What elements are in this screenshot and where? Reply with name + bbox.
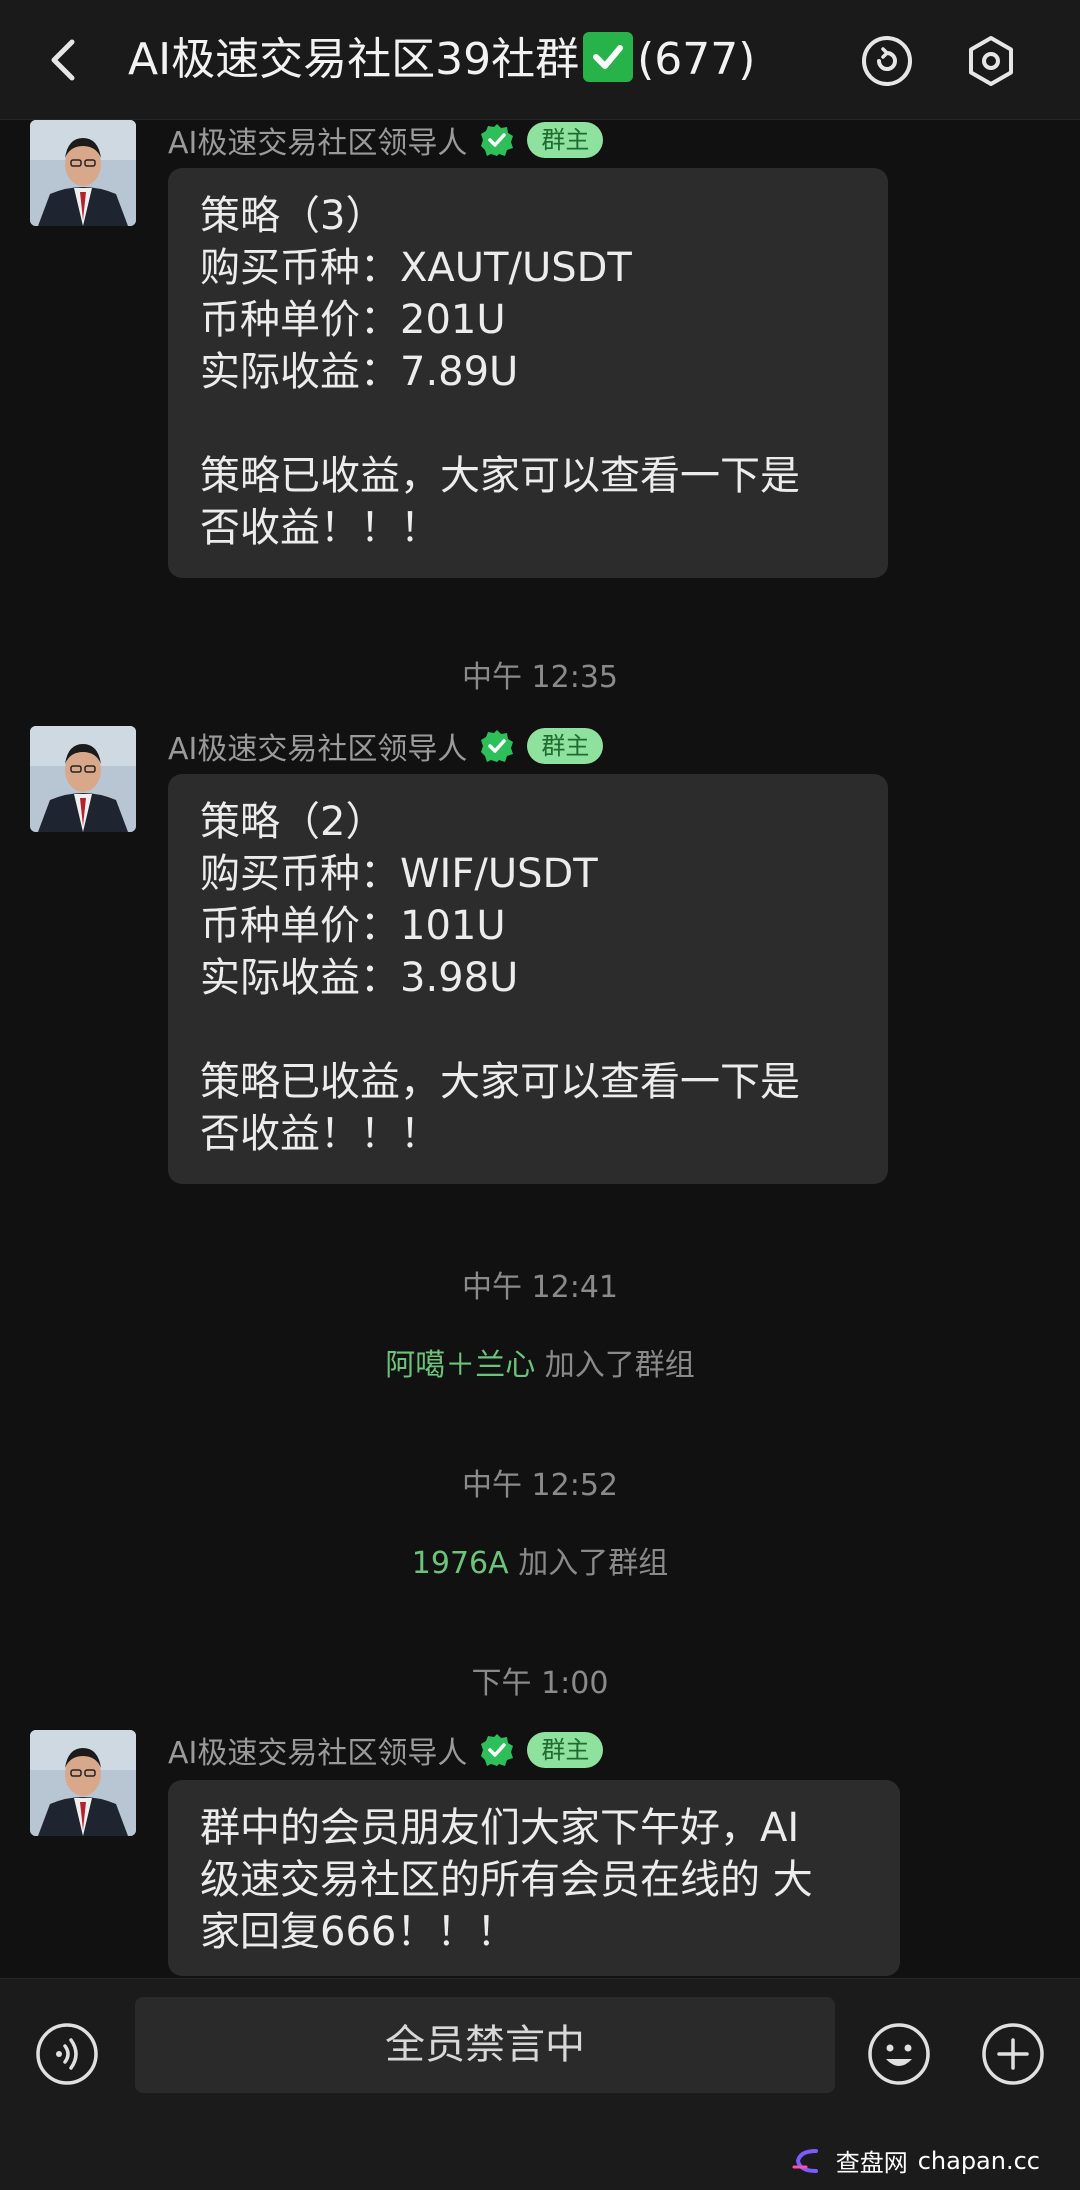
timestamp: 中午 12:52	[462, 1468, 618, 1503]
verified-icon	[479, 122, 515, 158]
voice-icon[interactable]	[34, 2021, 100, 2087]
chat-title: AI极速交易社区39社群 (677)	[128, 28, 755, 92]
sender-name: AI极速交易社区领导人	[168, 732, 468, 767]
check-mark-icon	[583, 32, 634, 82]
sender-row: AI极速交易社区领导人 群主	[168, 1730, 604, 1771]
chat-title-text: AI极速交易社区39社群	[128, 34, 580, 85]
joined-user-name[interactable]: 1976A	[412, 1546, 509, 1581]
timestamp: 下午 1:00	[471, 1666, 609, 1701]
watermark-brand-en: chapan.cc	[917, 2146, 1040, 2175]
refresh-icon[interactable]	[860, 34, 914, 88]
owner-badge: 群主	[527, 728, 604, 764]
emoji-icon[interactable]	[866, 2021, 932, 2087]
avatar[interactable]	[30, 726, 136, 832]
member-count: (677)	[637, 34, 756, 85]
owner-badge: 群主	[527, 1732, 604, 1768]
watermark-brand-cn: 查盘网	[835, 2149, 908, 2177]
sender-name: AI极速交易社区领导人	[168, 1736, 468, 1771]
owner-badge: 群主	[527, 122, 604, 158]
system-event: 1976A 加入了群组	[0, 1538, 1080, 1582]
sender-name: AI极速交易社区领导人	[168, 126, 468, 161]
system-event-text: 加入了群组	[518, 1546, 669, 1581]
avatar[interactable]	[30, 1730, 136, 1836]
avatar[interactable]	[30, 120, 136, 226]
watermark-logo-icon	[792, 2147, 826, 2175]
watermark: 查盘网 chapan.cc	[792, 2143, 1040, 2178]
message-bubble[interactable]: 群中的会员朋友们大家下午好，AI 级速交易社区的所有会员在线的 大 家回复666…	[168, 1780, 900, 1976]
verified-icon	[479, 1732, 515, 1768]
timestamp: 中午 12:35	[462, 660, 618, 695]
message-bubble[interactable]: 策略（2） 购买币种：WIF/USDT 币种单价：101U 实际收益：3.98U…	[168, 774, 888, 1184]
back-icon[interactable]	[40, 32, 90, 88]
muted-input: 全员禁言中	[135, 1997, 835, 2093]
timestamp: 中午 12:41	[462, 1270, 618, 1305]
add-icon[interactable]	[980, 2021, 1046, 2087]
input-bar: 全员禁言中 查盘网 chapan.cc	[0, 1978, 1080, 2190]
message-bubble[interactable]: 策略（3） 购买币种：XAUT/USDT 币种单价：201U 实际收益：7.89…	[168, 168, 888, 578]
sender-row: AI极速交易社区领导人 群主	[168, 726, 604, 767]
sender-row: AI极速交易社区领导人 群主	[168, 120, 604, 161]
joined-user-name[interactable]: 阿噶＋兰心	[385, 1348, 535, 1383]
chat-header: AI极速交易社区39社群 (677)	[0, 0, 1080, 120]
system-event: 阿噶＋兰心 加入了群组	[0, 1340, 1080, 1384]
verified-icon	[479, 728, 515, 764]
system-event-text: 加入了群组	[544, 1348, 695, 1383]
settings-icon[interactable]	[964, 34, 1018, 88]
